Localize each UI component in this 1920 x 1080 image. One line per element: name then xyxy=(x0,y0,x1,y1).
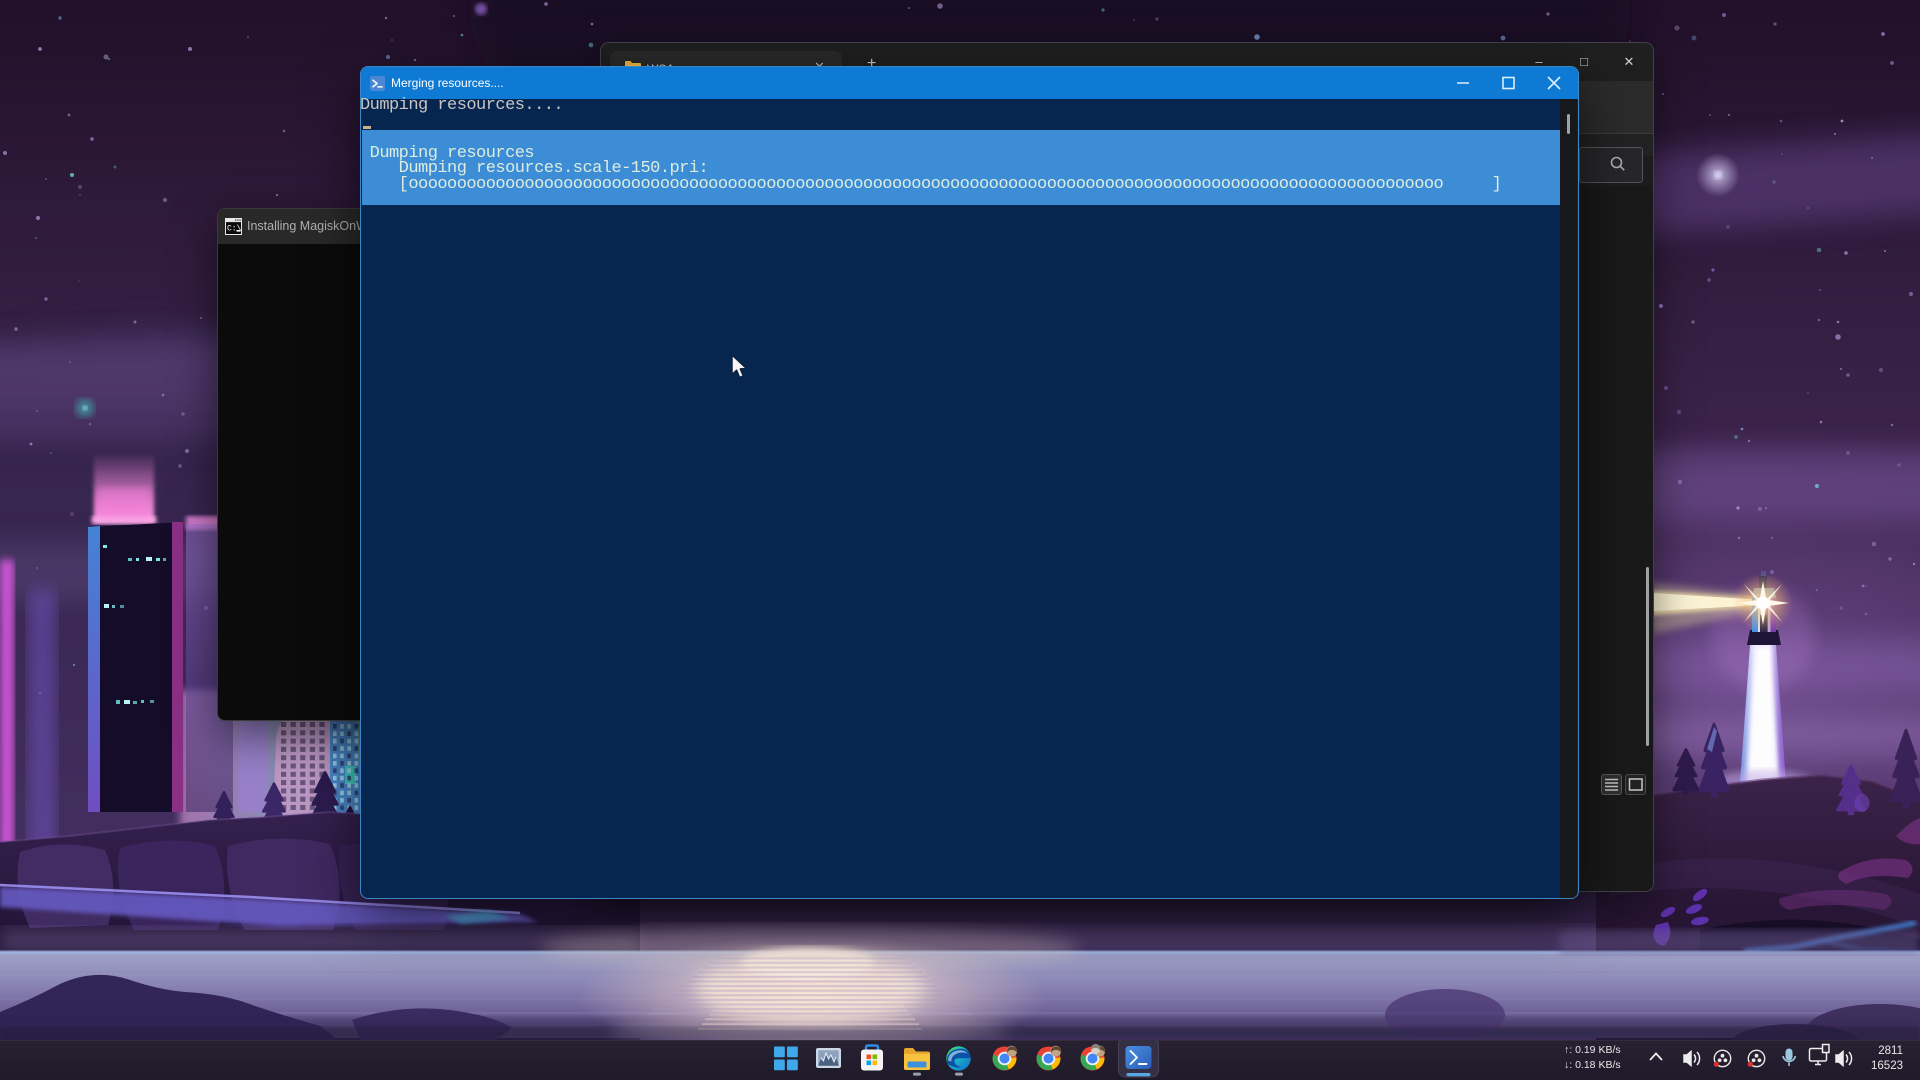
svg-text:↑: 0.19 KB/s: ↑: 0.19 KB/s xyxy=(1564,1044,1621,1056)
svg-text:16523: 16523 xyxy=(1871,1060,1903,1072)
svg-text:2811: 2811 xyxy=(1878,1045,1903,1057)
svg-text:↓: 0.18 KB/s: ↓: 0.18 KB/s xyxy=(1564,1059,1621,1071)
svg-text:C:\: C:\ xyxy=(227,225,242,234)
